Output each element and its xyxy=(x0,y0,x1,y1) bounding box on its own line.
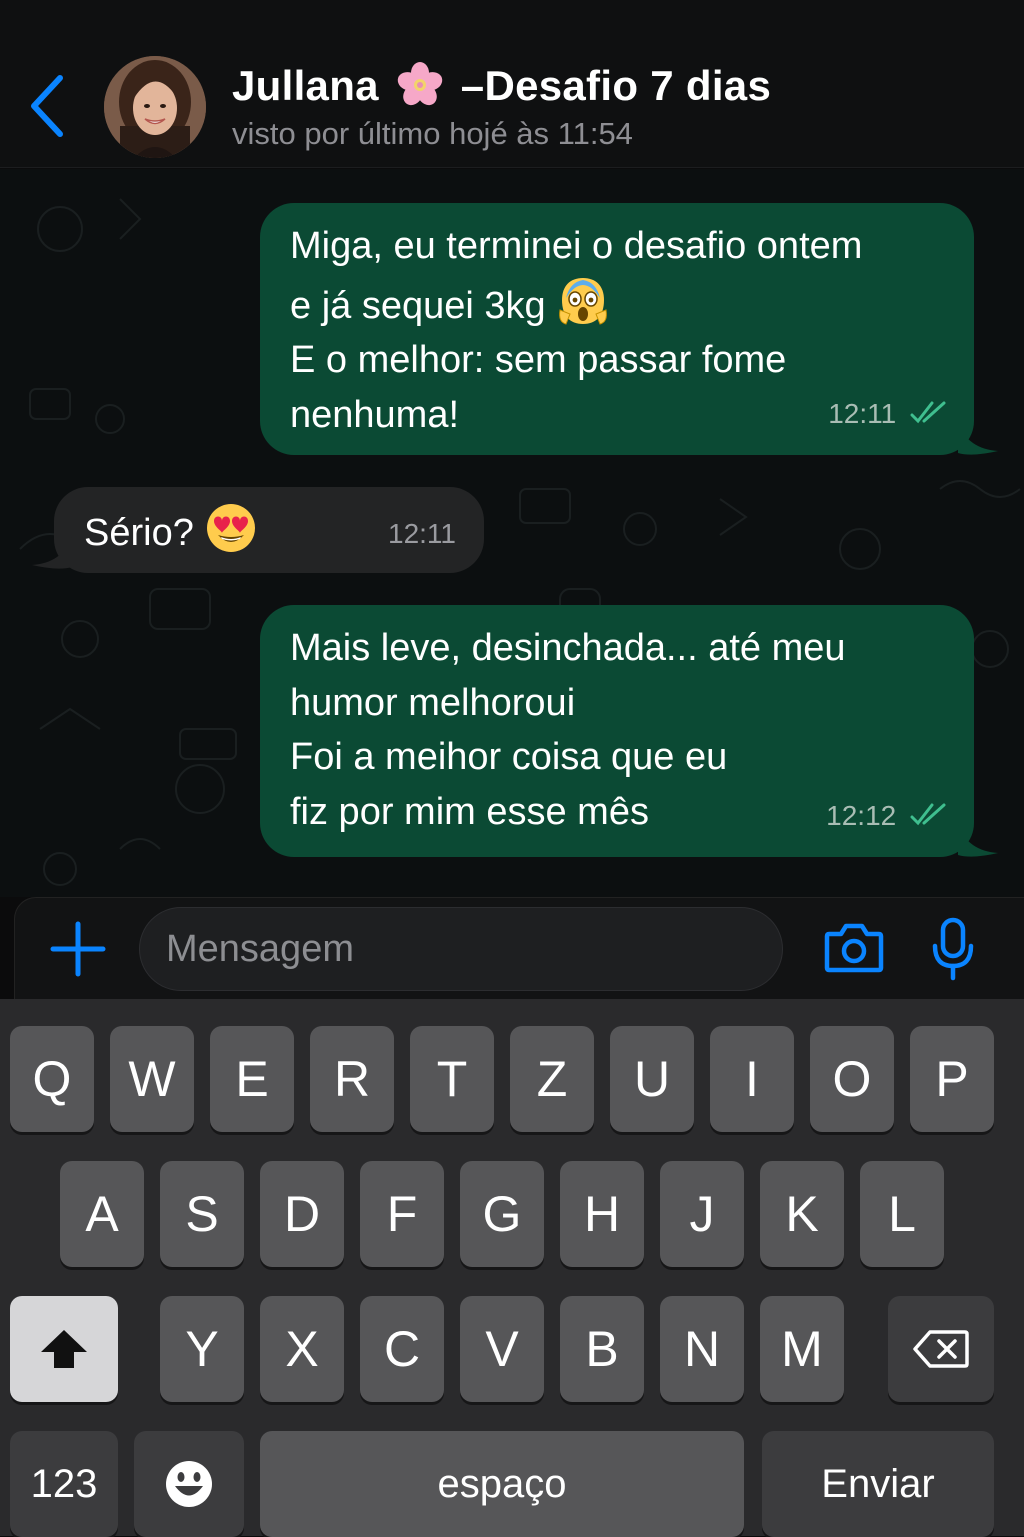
space-key-label: espaço xyxy=(437,1461,567,1506)
key-d[interactable]: D xyxy=(260,1161,344,1267)
plus-icon xyxy=(50,921,106,977)
space-key[interactable]: espaço xyxy=(260,1431,744,1537)
message-time: 12:11 xyxy=(388,517,456,549)
attach-button[interactable] xyxy=(49,920,107,978)
emoji-smiley-icon xyxy=(166,1461,212,1507)
key-e[interactable]: E xyxy=(210,1026,294,1132)
message-text: Mais leve, desinchada... até meu humor m… xyxy=(290,627,846,833)
contact-name-suffix: –Desafio 7 dias xyxy=(460,62,772,109)
avatar-photo xyxy=(104,56,206,158)
microphone-icon xyxy=(932,917,974,981)
send-key-label: Enviar xyxy=(821,1461,935,1506)
delete-backward-icon xyxy=(913,1330,969,1368)
key-c[interactable]: C xyxy=(360,1296,444,1402)
emoji-key[interactable] xyxy=(134,1431,244,1537)
key-q[interactable]: Q xyxy=(10,1026,94,1132)
key-u[interactable]: U xyxy=(610,1026,694,1132)
key-p[interactable]: P xyxy=(910,1026,994,1132)
cherry-blossom-emoji xyxy=(397,62,443,106)
key-s[interactable]: S xyxy=(160,1161,244,1267)
key-f[interactable]: F xyxy=(360,1161,444,1267)
key-b[interactable]: B xyxy=(560,1296,644,1402)
key-a[interactable]: A xyxy=(60,1161,144,1267)
message-meta: 12:11 xyxy=(388,507,456,562)
message-meta: 12:12 xyxy=(826,789,950,844)
message-list[interactable]: Miga, eu terminei o desafio ontem e já s… xyxy=(0,169,1024,897)
chevron-left-icon xyxy=(31,75,63,137)
key-v[interactable]: V xyxy=(460,1296,544,1402)
key-r[interactable]: R xyxy=(310,1026,394,1132)
key-m[interactable]: M xyxy=(760,1296,844,1402)
message-composer xyxy=(14,897,1024,999)
key-h[interactable]: H xyxy=(560,1161,644,1267)
contact-avatar[interactable] xyxy=(104,56,206,158)
key-y[interactable]: Y xyxy=(160,1296,244,1402)
message-text: Miga, eu terminei o desafio ontem e já s… xyxy=(290,225,863,436)
screaming-face-emoji xyxy=(559,277,608,325)
back-button[interactable] xyxy=(22,70,74,142)
double-check-read-icon xyxy=(910,803,946,825)
key-n[interactable]: N xyxy=(660,1296,744,1402)
message-bubble-outgoing[interactable]: Miga, eu terminei o desafio ontem e já s… xyxy=(260,203,974,455)
heart-eyes-emoji xyxy=(207,504,256,552)
message-bubble-outgoing[interactable]: Mais leve, desinchada... até meu humor m… xyxy=(260,605,974,857)
key-o[interactable]: O xyxy=(810,1026,894,1132)
key-j[interactable]: J xyxy=(660,1161,744,1267)
contact-name[interactable]: Jullana –Desafio 7 dias xyxy=(232,62,771,110)
send-key[interactable]: Enviar xyxy=(762,1431,994,1537)
double-check-read-icon xyxy=(910,401,946,423)
contact-name-text: Jullana xyxy=(232,62,379,109)
message-time: 12:11 xyxy=(828,397,897,429)
keyboard: Q W E R T Z U I O P A S D F G H J K L Y … xyxy=(0,999,1024,1537)
numbers-key-label: 123 xyxy=(30,1461,98,1506)
key-g[interactable]: G xyxy=(460,1161,544,1267)
chat-header: Jullana –Desafio 7 dias visto por último… xyxy=(0,0,1024,168)
camera-icon xyxy=(824,923,884,973)
camera-button[interactable] xyxy=(823,920,885,976)
key-w[interactable]: W xyxy=(110,1026,194,1132)
key-z[interactable]: Z xyxy=(510,1026,594,1132)
bubble-tail xyxy=(958,423,998,455)
last-seen-status: visto por último hojé às 11:54 xyxy=(232,116,633,151)
backspace-key[interactable] xyxy=(888,1296,994,1402)
key-k[interactable]: K xyxy=(760,1161,844,1267)
key-i[interactable]: I xyxy=(710,1026,794,1132)
shift-arrow-icon xyxy=(41,1330,87,1368)
bubble-tail xyxy=(32,537,72,569)
key-t[interactable]: T xyxy=(410,1026,494,1132)
message-bubble-incoming[interactable]: Sério? 12:11 xyxy=(54,487,484,573)
message-text: Sério? xyxy=(84,501,258,561)
bubble-tail xyxy=(958,825,998,857)
numbers-key[interactable]: 123 xyxy=(10,1431,118,1537)
message-meta: 12:11 xyxy=(828,387,950,442)
key-x[interactable]: X xyxy=(260,1296,344,1402)
shift-key[interactable] xyxy=(10,1296,118,1402)
key-l[interactable]: L xyxy=(860,1161,944,1267)
microphone-button[interactable] xyxy=(929,916,977,982)
message-time: 12:12 xyxy=(826,799,897,831)
message-input[interactable] xyxy=(139,907,783,991)
